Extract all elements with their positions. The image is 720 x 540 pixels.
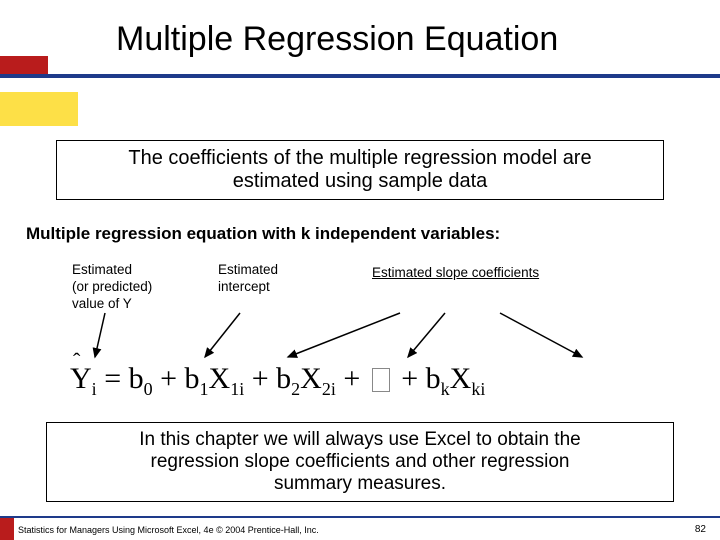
- accent-red-block: [0, 56, 48, 74]
- intro-line1: The coefficients of the multiple regress…: [128, 147, 591, 169]
- hat-symbol: ˆ: [73, 348, 80, 374]
- header: Multiple Regression Equation: [0, 0, 720, 95]
- footer-text: Statistics for Managers Using Microsoft …: [18, 525, 319, 535]
- regression-equation: ˆYi = b0 + b1X1i + b2X2i + + bkXki: [70, 362, 485, 400]
- intro-line2: estimated using sample data: [233, 170, 488, 192]
- accent-yellow-block: [0, 92, 78, 126]
- subheading: Multiple regression equation with k inde…: [18, 220, 508, 248]
- note-line1: In this chapter we will always use Excel…: [139, 429, 580, 450]
- ellipsis-placeholder: [372, 368, 390, 392]
- label-intercept: Estimated intercept: [218, 262, 298, 296]
- note-line2: regression slope coefficients and other …: [151, 451, 570, 472]
- intro-box: The coefficients of the multiple regress…: [56, 140, 664, 200]
- label-slope-coeffs: Estimated slope coefficients: [372, 265, 582, 282]
- note-box: In this chapter we will always use Excel…: [46, 422, 674, 502]
- label-estimated-y: Estimated (or predicted) value of Y: [72, 262, 182, 313]
- note-line3: summary measures.: [274, 473, 446, 494]
- annotation-arrows: [0, 305, 720, 365]
- page-number: 82: [695, 524, 706, 535]
- footer-line: [0, 516, 720, 518]
- page-title: Multiple Regression Equation: [116, 20, 558, 59]
- accent-blue-line: [0, 74, 720, 78]
- footer-red-block: [0, 518, 14, 540]
